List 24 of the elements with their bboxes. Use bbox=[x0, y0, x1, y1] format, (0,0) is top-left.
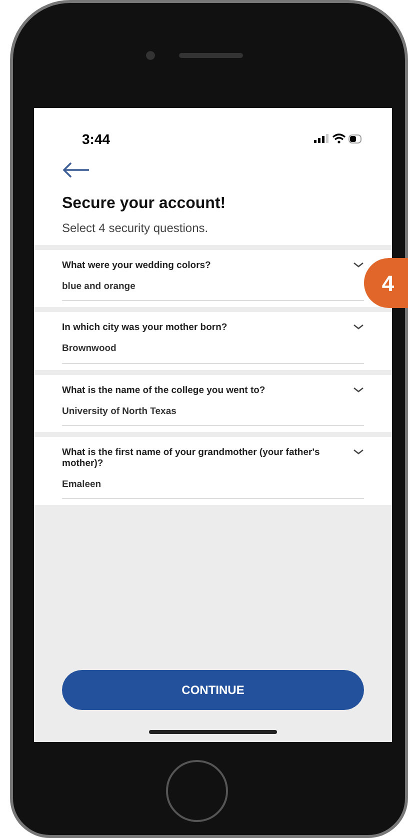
chevron-down-icon[interactable] bbox=[353, 448, 364, 455]
chevron-down-icon[interactable] bbox=[353, 324, 364, 330]
camera-icon bbox=[146, 51, 154, 60]
question-card[interactable]: What is the name of the college you went to? University of North Texas bbox=[34, 374, 392, 432]
home-button[interactable] bbox=[166, 760, 228, 822]
status-time: 3:44 bbox=[82, 130, 110, 148]
answer-field[interactable]: Brownwood bbox=[62, 342, 364, 364]
speaker-grille bbox=[178, 53, 242, 58]
answer-field[interactable]: University of North Texas bbox=[62, 404, 364, 426]
page-title: Secure your account! bbox=[61, 194, 227, 214]
page-subtitle: Select 4 security questions. bbox=[61, 220, 210, 237]
question-text: What is the first name of your grandmother (your father's mother)? bbox=[62, 446, 321, 469]
question-text: What is the name of the college you went to? bbox=[62, 384, 266, 396]
continue-button[interactable]: CONTINUE bbox=[62, 670, 364, 710]
question-text: What were your wedding colors? bbox=[62, 260, 211, 271]
back-arrow-icon[interactable] bbox=[62, 162, 90, 178]
chevron-down-icon[interactable] bbox=[353, 386, 364, 392]
question-text: In which city was your mother born? bbox=[62, 322, 228, 334]
question-card[interactable]: In which city was your mother born? Brownwood bbox=[34, 312, 392, 370]
question-card[interactable]: What is the first name of your grandmother (your father's mother)? Emaleen bbox=[34, 436, 392, 505]
answer-field[interactable]: blue and orange bbox=[62, 280, 364, 302]
status-icons bbox=[314, 133, 364, 145]
answer-field[interactable]: Emaleen bbox=[62, 478, 364, 499]
chevron-down-icon[interactable] bbox=[353, 262, 364, 268]
